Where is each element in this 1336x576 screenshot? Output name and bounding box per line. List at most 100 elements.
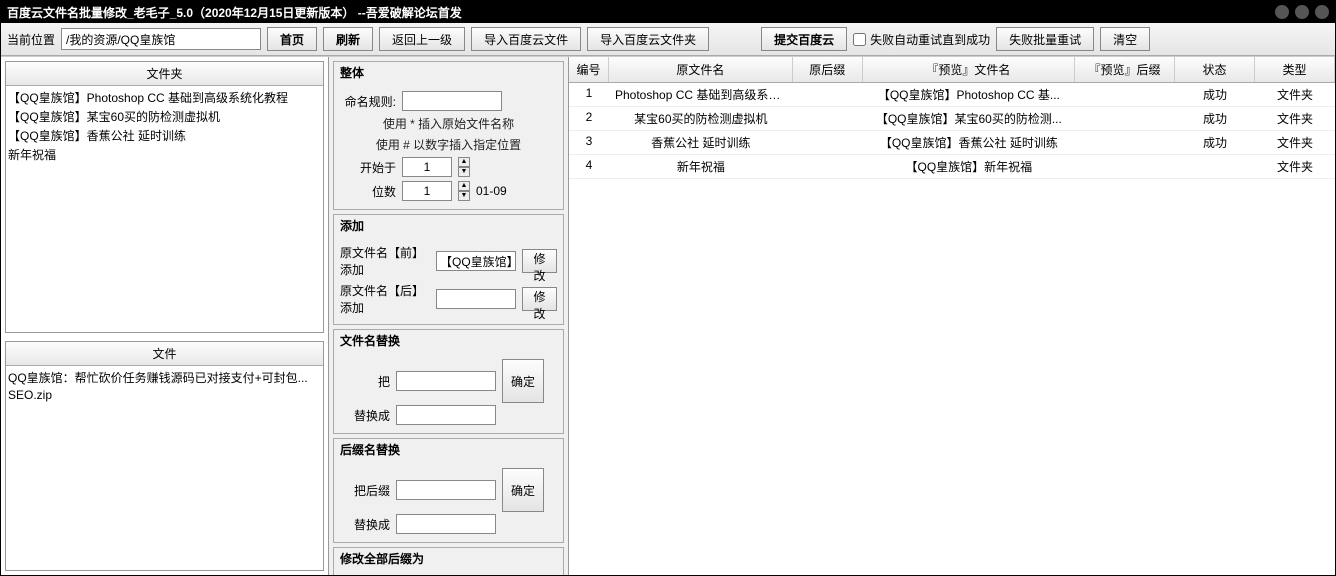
- list-item[interactable]: 【QQ皇族馆】Photoshop CC 基础到高级系统化教程: [8, 88, 321, 107]
- table-row[interactable]: 1Photoshop CC 基础到高级系统... 【QQ皇族馆】Photoshop…: [569, 83, 1335, 107]
- files-panel: 文件 QQ皇族馆：帮忙砍价任务赚钱源码已对接支付+可封包...SEO.zip: [5, 341, 324, 571]
- list-item[interactable]: 【QQ皇族馆】某宝60买的防检测虚拟机: [8, 107, 321, 126]
- import-folders-button[interactable]: 导入百度云文件夹: [587, 27, 709, 51]
- path-input[interactable]: [61, 28, 261, 50]
- ext-to-label: 替换成: [340, 516, 390, 533]
- start-input[interactable]: [402, 157, 452, 177]
- location-label: 当前位置: [7, 31, 55, 48]
- rule-label: 命名规则:: [340, 93, 396, 110]
- start-spinner[interactable]: ▲▼: [458, 157, 470, 177]
- cell: 【QQ皇族馆】某宝60买的防检测...: [863, 107, 1075, 130]
- replace-from-label: 把: [340, 373, 390, 390]
- add-title: 添加: [334, 215, 563, 236]
- table-row[interactable]: 4新年祝福 【QQ皇族馆】新年祝福 文件夹: [569, 155, 1335, 179]
- cell: 文件夹: [1255, 131, 1335, 154]
- replace-title: 文件名替换: [334, 330, 563, 351]
- ext-replace-group: 后缀名替换 把后缀 确定 替换成: [333, 438, 564, 543]
- rule-input[interactable]: [402, 91, 502, 111]
- cell: [793, 107, 863, 130]
- table-row[interactable]: 2某宝60买的防检测虚拟机 【QQ皇族馆】某宝60买的防检测... 成功文件夹: [569, 107, 1335, 131]
- hint-star: 使用 * 插入原始文件名称: [340, 115, 557, 132]
- overall-title: 整体: [334, 62, 563, 83]
- digits-label: 位数: [340, 183, 396, 200]
- batch-retry-button[interactable]: 失败批量重试: [996, 27, 1094, 51]
- back-button[interactable]: 返回上一级: [379, 27, 465, 51]
- column-header[interactable]: 『预览』文件名: [863, 57, 1075, 82]
- ext-confirm-button[interactable]: 确定: [502, 468, 544, 512]
- ext-from-label: 把后缀: [340, 482, 390, 499]
- cell: 文件夹: [1255, 107, 1335, 130]
- close-icon[interactable]: [1315, 5, 1329, 19]
- cell: [1075, 107, 1175, 130]
- cell: 成功: [1175, 107, 1255, 130]
- clear-button[interactable]: 清空: [1100, 27, 1150, 51]
- list-item[interactable]: QQ皇族馆：帮忙砍价任务赚钱源码已对接支付+可封包...: [8, 368, 321, 387]
- prefix-label: 原文件名【前】添加: [340, 244, 430, 278]
- results-table: 编号原文件名原后缀『预览』文件名『预览』后缀状态类型 1Photoshop CC…: [569, 57, 1335, 575]
- folders-header: 文件夹: [6, 62, 323, 86]
- cell: 4: [569, 155, 609, 178]
- column-header[interactable]: 类型: [1255, 57, 1335, 82]
- column-header[interactable]: 编号: [569, 57, 609, 82]
- cell: Photoshop CC 基础到高级系统...: [609, 83, 793, 106]
- toolbar: 当前位置 首页 刷新 返回上一级 导入百度云文件 导入百度云文件夹 提交百度云 …: [1, 23, 1335, 56]
- cell: 【QQ皇族馆】新年祝福: [863, 155, 1075, 178]
- cell: [1175, 155, 1255, 178]
- column-header[interactable]: 状态: [1175, 57, 1255, 82]
- submit-button[interactable]: 提交百度云: [761, 27, 847, 51]
- table-body[interactable]: 1Photoshop CC 基础到高级系统... 【QQ皇族馆】Photoshop…: [569, 83, 1335, 575]
- files-header: 文件: [6, 342, 323, 366]
- list-item[interactable]: 【QQ皇族馆】香蕉公社 延时训练: [8, 126, 321, 145]
- add-group: 添加 原文件名【前】添加 修改 原文件名【后】添加 修改: [333, 214, 564, 325]
- cell: 文件夹: [1255, 83, 1335, 106]
- column-header[interactable]: 原文件名: [609, 57, 793, 82]
- prefix-input[interactable]: [436, 251, 516, 271]
- cell: 文件夹: [1255, 155, 1335, 178]
- cell: 新年祝福: [609, 155, 793, 178]
- suffix-modify-button[interactable]: 修改: [522, 287, 557, 311]
- titlebar: 百度云文件名批量修改_老毛子_5.0（2020年12月15日更新版本） --吾爱…: [1, 1, 1335, 23]
- retry-checkbox-label: 失败自动重试直到成功: [870, 31, 990, 48]
- import-files-button[interactable]: 导入百度云文件: [471, 27, 581, 51]
- ext-to-input[interactable]: [396, 514, 496, 534]
- cell: 【QQ皇族馆】香蕉公社 延时训练: [863, 131, 1075, 154]
- window-title: 百度云文件名批量修改_老毛子_5.0（2020年12月15日更新版本） --吾爱…: [7, 4, 462, 21]
- cell: 【QQ皇族馆】Photoshop CC 基...: [863, 83, 1075, 106]
- replace-to-label: 替换成: [340, 407, 390, 424]
- files-list[interactable]: QQ皇族馆：帮忙砍价任务赚钱源码已对接支付+可封包...SEO.zip: [6, 366, 323, 570]
- cell: 某宝60买的防检测虚拟机: [609, 107, 793, 130]
- folders-list[interactable]: 【QQ皇族馆】Photoshop CC 基础到高级系统化教程【QQ皇族馆】某宝6…: [6, 86, 323, 332]
- replace-to-input[interactable]: [396, 405, 496, 425]
- cell: [1075, 155, 1175, 178]
- refresh-button[interactable]: 刷新: [323, 27, 373, 51]
- list-item[interactable]: 新年祝福: [8, 145, 321, 164]
- replace-confirm-button[interactable]: 确定: [502, 359, 544, 403]
- column-header[interactable]: 原后缀: [793, 57, 863, 82]
- maximize-icon[interactable]: [1295, 5, 1309, 19]
- cell: 3: [569, 131, 609, 154]
- cell: [793, 131, 863, 154]
- replace-from-input[interactable]: [396, 371, 496, 391]
- minimize-icon[interactable]: [1275, 5, 1289, 19]
- cell: 成功: [1175, 83, 1255, 106]
- cell: 2: [569, 107, 609, 130]
- list-item[interactable]: SEO.zip: [8, 387, 321, 403]
- retry-checkbox-input[interactable]: [853, 33, 866, 46]
- digits-example: 01-09: [476, 184, 507, 198]
- home-button[interactable]: 首页: [267, 27, 317, 51]
- digits-input[interactable]: [402, 181, 452, 201]
- cell: [1075, 131, 1175, 154]
- cell: 1: [569, 83, 609, 106]
- folders-panel: 文件夹 【QQ皇族馆】Photoshop CC 基础到高级系统化教程【QQ皇族馆…: [5, 61, 324, 333]
- prefix-modify-button[interactable]: 修改: [522, 249, 557, 273]
- digits-spinner[interactable]: ▲▼: [458, 181, 470, 201]
- table-row[interactable]: 3香蕉公社 延时训练【QQ皇族馆】香蕉公社 延时训练成功文件夹: [569, 131, 1335, 155]
- suffix-input[interactable]: [436, 289, 516, 309]
- change-ext-group: 修改全部后缀为 修改为 确定: [333, 547, 564, 575]
- cell: 香蕉公社 延时训练: [609, 131, 793, 154]
- change-ext-title: 修改全部后缀为: [334, 548, 563, 569]
- cell: [793, 83, 863, 106]
- ext-from-input[interactable]: [396, 480, 496, 500]
- retry-until-success-checkbox[interactable]: 失败自动重试直到成功: [853, 31, 990, 48]
- column-header[interactable]: 『预览』后缀: [1075, 57, 1175, 82]
